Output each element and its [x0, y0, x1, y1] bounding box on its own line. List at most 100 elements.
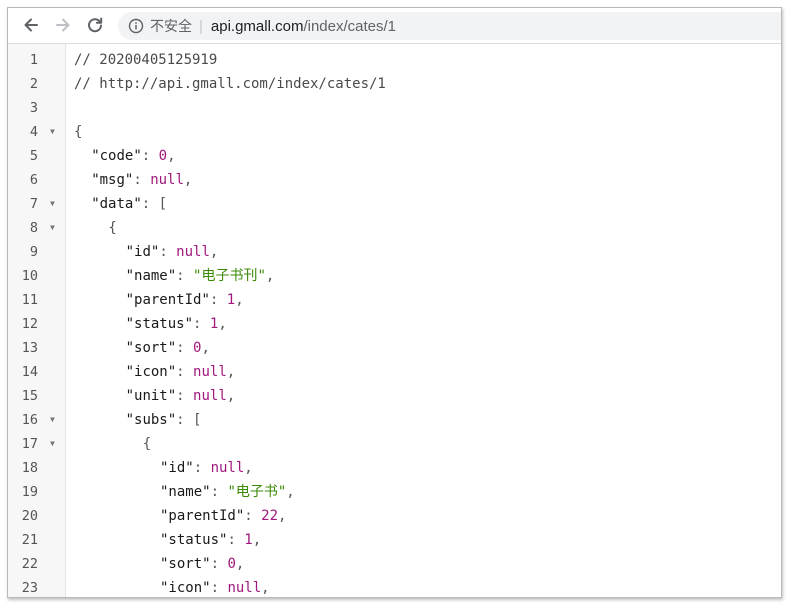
code-token: // http://api.gmall.com/index/cates/1 [74, 76, 386, 92]
code-line: 1 // 20200405125919 [8, 48, 781, 72]
code-line: 19 "name": "电子书", [8, 480, 781, 504]
line-number: 7 [29, 196, 38, 212]
code-text: "parentId": 22, [74, 504, 286, 528]
code-text: "name": "电子书刊", [74, 264, 275, 288]
code-token: "icon" [125, 364, 177, 380]
code-line: 6 "msg": null, [8, 168, 781, 192]
code-token: "id" [125, 244, 160, 260]
code-line: 15 "unit": null, [8, 384, 781, 408]
code-token: , [226, 388, 236, 404]
code-token: 1 [226, 292, 236, 308]
code-token: "电子书" [227, 484, 287, 500]
line-number: 15 [21, 388, 38, 404]
code-line: 17 ▼ { [8, 432, 781, 456]
code-token: : [176, 364, 194, 380]
code-token: "name" [160, 484, 211, 500]
fold-toggle-icon[interactable]: ▼ [50, 408, 55, 432]
code-line: 16 ▼ "subs": [ [8, 408, 781, 432]
code-token: "id" [160, 460, 194, 476]
line-number: 6 [29, 172, 38, 188]
code-token: : [159, 244, 177, 260]
forward-button[interactable] [51, 13, 75, 37]
code-line: 7 ▼ "data": [ [8, 192, 781, 216]
line-number: 11 [21, 292, 38, 308]
fold-toggle-icon[interactable]: ▼ [50, 216, 55, 240]
code-token: , [286, 484, 295, 500]
code-token: : [176, 388, 194, 404]
code-token: 0 [158, 148, 168, 164]
line-number: 3 [29, 100, 38, 116]
back-button[interactable] [19, 13, 43, 37]
code-token: null [150, 172, 184, 188]
code-token: , [252, 532, 262, 548]
line-number: 10 [21, 268, 38, 284]
code-line: 9 "id": null, [8, 240, 781, 264]
code-token: : [ [176, 412, 202, 428]
line-number: 16 [21, 412, 38, 428]
line-number: 4 [29, 124, 38, 140]
code-token: : [209, 292, 227, 308]
code-text: "sort": 0, [74, 552, 244, 576]
code-text: "subs": [ [74, 408, 202, 432]
code-line: 8 ▼ { [8, 216, 781, 240]
code-text: "status": 1, [74, 528, 261, 552]
fold-toggle-icon[interactable]: ▼ [50, 192, 55, 216]
code-token: , [261, 580, 270, 596]
fold-toggle-icon[interactable]: ▼ [50, 432, 55, 456]
code-text: "status": 1, [74, 312, 227, 336]
code-token: "parentId" [125, 292, 210, 308]
code-token: , [235, 292, 244, 308]
code-line: 11 "parentId": 1, [8, 288, 781, 312]
code-token: , [201, 340, 210, 356]
code-line: 18 "id": null, [8, 456, 781, 480]
code-token: null [227, 580, 262, 596]
code-token: "sort" [125, 340, 177, 356]
reload-button[interactable] [83, 13, 107, 37]
code-token: null [193, 364, 227, 380]
code-line: 14 "icon": null, [8, 360, 781, 384]
code-token: { [142, 436, 152, 452]
code-line: 20 "parentId": 22, [8, 504, 781, 528]
code-token: 1 [244, 532, 253, 548]
line-number: 13 [21, 340, 38, 356]
code-token: "code" [91, 148, 142, 164]
security-status-label[interactable]: 不安全 [150, 16, 192, 36]
code-token: "sort" [160, 556, 211, 572]
browser-toolbar: 不安全 | api.gmall.com/index/cates/1 [8, 8, 781, 44]
code-text: // 20200405125919 [74, 48, 217, 72]
line-number: 8 [29, 220, 38, 236]
address-bar[interactable]: 不安全 | api.gmall.com/index/cates/1 [118, 12, 781, 40]
code-token: "subs" [125, 412, 177, 428]
code-token: "name" [125, 268, 177, 284]
code-token: : [ [141, 196, 168, 212]
code-token: , [226, 364, 236, 380]
line-number: 21 [21, 532, 38, 548]
code-text: "id": null, [74, 240, 219, 264]
code-line: 10 "name": "电子书刊", [8, 264, 781, 288]
line-number: 12 [21, 316, 38, 332]
code-line: 5 "code": 0, [8, 144, 781, 168]
code-line: 22 "sort": 0, [8, 552, 781, 576]
code-line: 3 [8, 96, 781, 120]
info-icon[interactable] [128, 18, 144, 34]
fold-toggle-icon[interactable]: ▼ [50, 120, 55, 144]
line-number: 17 [21, 436, 38, 452]
code-text: { [74, 120, 82, 144]
url-path: /index/cates/1 [303, 17, 397, 35]
line-number: 14 [21, 364, 38, 380]
code-token: : [210, 580, 228, 596]
code-token: "status" [125, 316, 194, 332]
line-number: 5 [29, 148, 38, 164]
code-line: 12 "status": 1, [8, 312, 781, 336]
code-text: "data": [ [74, 192, 167, 216]
code-text: "sort": 0, [74, 336, 210, 360]
code-text: // http://api.gmall.com/index/cates/1 [74, 72, 386, 96]
code-token: , [235, 556, 245, 572]
code-token: , [278, 508, 287, 524]
address-divider: | [199, 17, 203, 35]
code-line: 13 "sort": 0, [8, 336, 781, 360]
code-text: "code": 0, [74, 144, 175, 168]
reload-icon [88, 17, 103, 33]
code-token: , [183, 172, 193, 188]
code-token: // 20200405125919 [74, 52, 218, 68]
